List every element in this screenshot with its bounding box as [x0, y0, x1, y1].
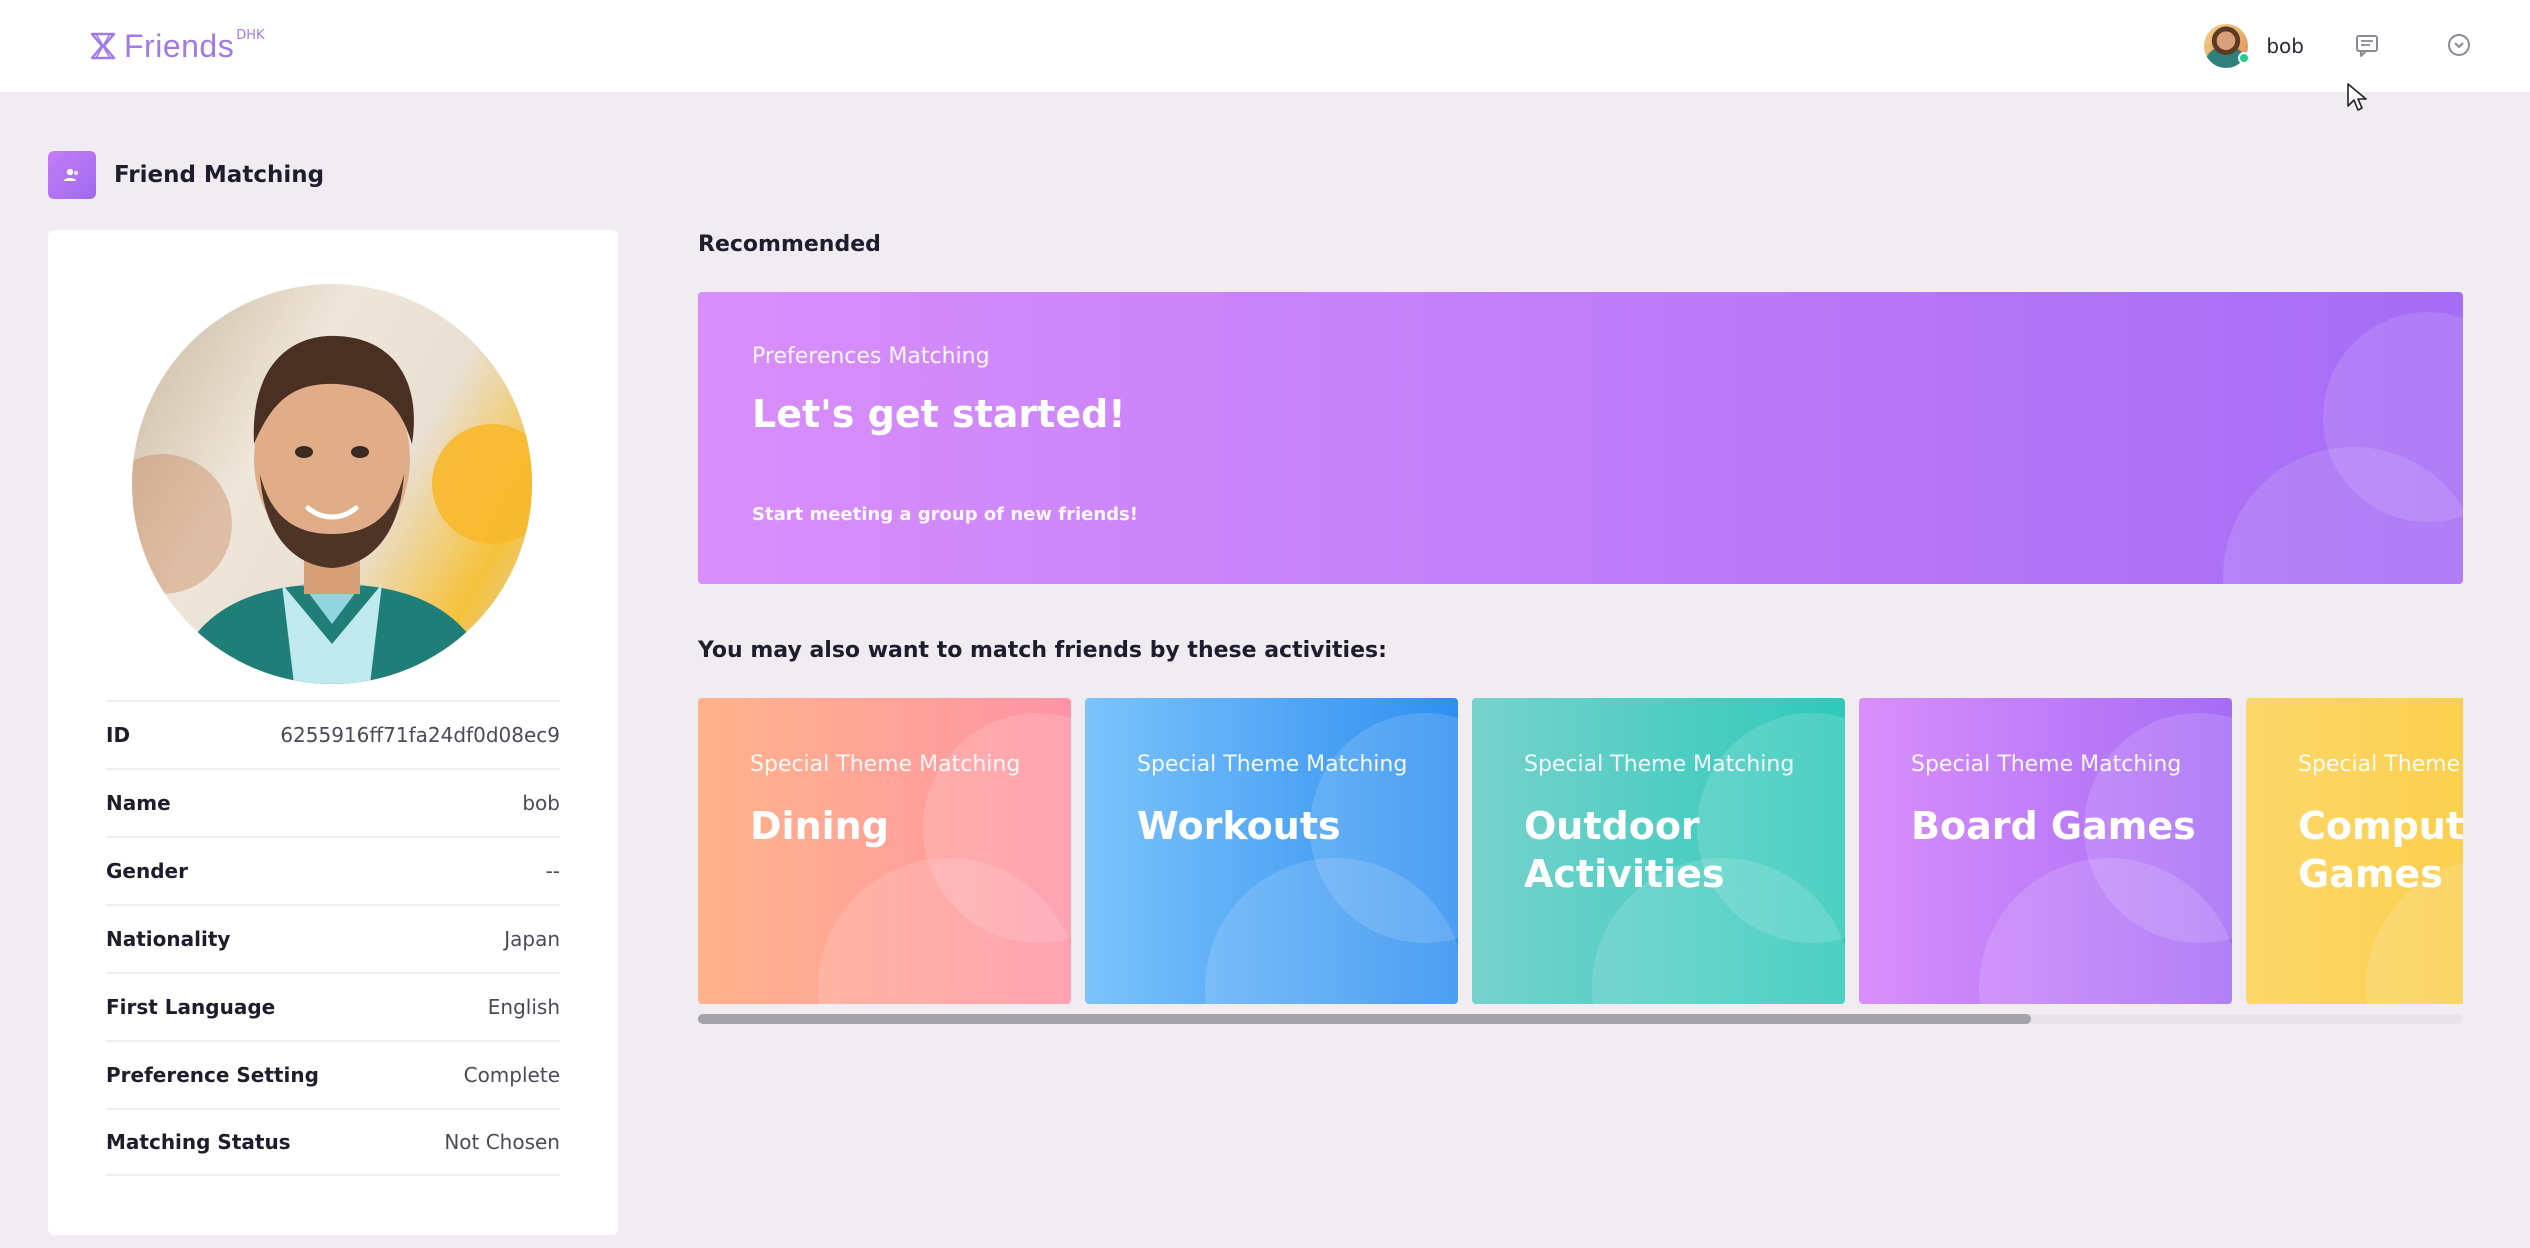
info-label: Name	[106, 791, 171, 815]
activity-card-computer-games[interactable]: Special Theme Matching Computer Games	[2246, 698, 2463, 1004]
activity-card-outdoor-activities[interactable]: Special Theme Matching Outdoor Activitie…	[1472, 698, 1845, 1004]
card-title: Dining	[750, 804, 889, 848]
info-label: Preference Setting	[106, 1063, 319, 1087]
avatar[interactable]	[2204, 24, 2251, 68]
info-value: 6255916ff71fa24df0d08ec9	[280, 723, 560, 747]
info-label: ID	[106, 723, 131, 747]
info-value: Japan	[504, 927, 560, 951]
profile-portrait	[132, 335, 532, 684]
banner-title: Let's get started!	[752, 392, 1126, 436]
info-value: English	[487, 995, 560, 1019]
logo-text: Friends	[124, 27, 235, 64]
activities-heading: You may also want to match friends by th…	[698, 638, 1387, 663]
info-row-gender: Gender --	[106, 836, 560, 904]
mouse-pointer-icon	[2347, 83, 2367, 111]
activity-card-workouts[interactable]: Special Theme Matching Workouts	[1085, 698, 1458, 1004]
preferences-matching-banner[interactable]: Preferences Matching Let's get started! …	[698, 292, 2463, 584]
banner-subtitle: Start meeting a group of new friends!	[752, 504, 1138, 525]
banner-eyebrow: Preferences Matching	[752, 344, 990, 369]
card-title: Workouts	[1137, 804, 1341, 848]
activity-card-board-games[interactable]: Special Theme Matching Board Games	[1859, 698, 2232, 1004]
friends-icon	[48, 151, 96, 199]
page-header: Friend Matching	[48, 150, 324, 200]
card-eyebrow: Special Theme Matching	[1524, 752, 1795, 777]
card-eyebrow: Special Theme Matching	[750, 752, 1021, 777]
carousel-scroll-thumb[interactable]	[698, 1014, 2031, 1024]
info-value: bob	[522, 791, 560, 815]
hourglass-logo-icon	[90, 32, 116, 60]
info-label: Matching Status	[106, 1130, 291, 1154]
info-row-nationality: Nationality Japan	[106, 904, 560, 972]
profile-info-table: ID 6255916ff71fa24df0d08ec9 Name bob Gen…	[106, 700, 560, 1176]
message-icon[interactable]	[2352, 30, 2382, 60]
profile-card: ID 6255916ff71fa24df0d08ec9 Name bob Gen…	[48, 230, 618, 1235]
recommended-heading: Recommended	[698, 232, 881, 257]
profile-photo	[132, 284, 532, 684]
user-menu[interactable]: bob	[2204, 22, 2304, 70]
card-eyebrow: Special Theme Matching	[2298, 752, 2463, 777]
card-title: Computer Games	[2298, 804, 2463, 896]
header-user-name[interactable]: bob	[2266, 34, 2304, 58]
card-eyebrow: Special Theme Matching	[1137, 752, 1408, 777]
page-title: Friend Matching	[114, 162, 325, 188]
top-header: Friends DHK bob	[0, 0, 2530, 92]
chevron-circle-icon[interactable]	[2444, 30, 2474, 60]
info-row-first-language: First Language English	[106, 972, 560, 1040]
info-label: Gender	[106, 859, 188, 883]
info-row-id: ID 6255916ff71fa24df0d08ec9	[106, 700, 560, 768]
info-row-name: Name bob	[106, 768, 560, 836]
carousel-scrollbar[interactable]	[698, 1014, 2463, 1024]
info-label: First Language	[106, 995, 276, 1019]
card-title: Board Games	[1911, 804, 2196, 848]
info-row-matching-status: Matching Status Not Chosen	[106, 1108, 560, 1176]
card-eyebrow: Special Theme Matching	[1911, 752, 2182, 777]
online-status-dot	[2238, 52, 2251, 64]
card-title: Outdoor Activities	[1524, 804, 1725, 896]
activity-card-dining[interactable]: Special Theme Matching Dining	[698, 698, 1071, 1004]
logo-superscript: DHK	[236, 28, 265, 43]
info-label: Nationality	[106, 927, 231, 951]
app-logo[interactable]: Friends DHK	[88, 24, 265, 68]
info-value: Not Chosen	[444, 1130, 560, 1154]
info-row-preference-setting: Preference Setting Complete	[106, 1040, 560, 1108]
info-value: Complete	[463, 1063, 560, 1087]
activity-cards-carousel[interactable]: Special Theme Matching Dining Special Th…	[698, 698, 2463, 1004]
info-value: --	[545, 859, 560, 883]
